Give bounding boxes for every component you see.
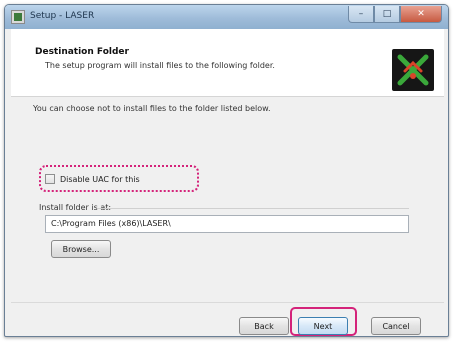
installer-window: Setup - LASER – □ ✕ Destination Folder T… (4, 4, 449, 337)
header-subtitle: The setup program will install files to … (45, 61, 275, 70)
checkbox-highlight (39, 165, 199, 192)
window-title: Setup - LASER (30, 11, 95, 21)
maximize-button[interactable]: □ (374, 6, 400, 23)
window-controls: – □ ✕ (348, 6, 442, 23)
minimize-button[interactable]: – (348, 6, 374, 23)
destination-path-input[interactable]: C:\Program Files (x86)\LASER\ (45, 215, 409, 233)
next-button[interactable]: Next (298, 317, 348, 335)
back-button[interactable]: Back (239, 317, 289, 335)
header-title: Destination Folder (35, 47, 129, 57)
browse-button[interactable]: Browse... (51, 240, 111, 258)
close-button[interactable]: ✕ (400, 6, 442, 23)
wizard-header: Destination Folder The setup program wil… (11, 29, 444, 97)
group-divider (97, 208, 409, 209)
intro-text: You can choose not to install files to t… (33, 104, 271, 113)
app-icon (11, 10, 25, 24)
footer-divider (11, 302, 444, 303)
cancel-button[interactable]: Cancel (371, 317, 421, 335)
title-bar[interactable]: Setup - LASER – □ ✕ (5, 5, 448, 29)
product-logo (392, 49, 434, 91)
logo-mark-icon (397, 54, 429, 86)
wizard-body: You can choose not to install files to t… (11, 97, 444, 302)
